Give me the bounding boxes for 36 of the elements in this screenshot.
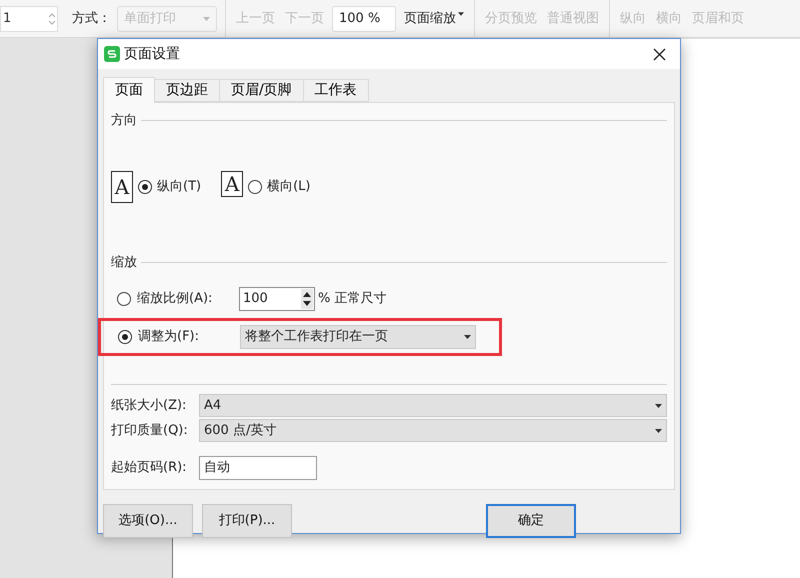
- unit-label: % 正常尺寸: [318, 290, 386, 308]
- field-label: 纸张大小(Z):: [111, 396, 188, 415]
- app-logo-icon: [104, 46, 120, 62]
- radio-label: 纵向(T): [157, 178, 202, 196]
- radio-button[interactable]: [118, 330, 132, 344]
- landscape-page-icon: A: [221, 170, 244, 196]
- tab[interactable]: 页边距: [154, 79, 220, 102]
- dialog-button[interactable]: 确定: [486, 504, 576, 538]
- radio-button[interactable]: [117, 292, 131, 306]
- zoom-dropdown[interactable]: 100 %: [332, 6, 396, 32]
- select-field[interactable]: A4: [199, 394, 667, 417]
- field-label: 起始页码(R):: [111, 459, 188, 478]
- tab[interactable]: 页面: [103, 77, 155, 103]
- section-heading: 方向: [111, 112, 137, 130]
- radio-label: 缩放比例(A):: [137, 290, 214, 308]
- radio-label: 调整为(F):: [138, 328, 200, 346]
- scale-spinner-field[interactable]: 100: [239, 287, 315, 311]
- page-number-spinner[interactable]: 1: [0, 6, 58, 32]
- radio-button[interactable]: [248, 180, 262, 194]
- section-heading: 缩放: [111, 254, 137, 272]
- radio-button[interactable]: [138, 180, 152, 194]
- toolbar-button[interactable]: 页面缩放: [402, 8, 466, 28]
- tab[interactable]: 工作表: [302, 79, 369, 102]
- mode-label: 方式：: [72, 10, 111, 28]
- select-field[interactable]: 600 点/英寸: [199, 419, 667, 442]
- dialog-button[interactable]: 选项(O)...: [103, 504, 193, 538]
- radio-label: 横向(L): [267, 178, 310, 196]
- input-field[interactable]: 自动: [199, 456, 317, 480]
- dialog-button[interactable]: 打印(P)...: [202, 504, 292, 538]
- spinner-arrows-icon[interactable]: [301, 289, 313, 309]
- dialog-title: 页面设置: [124, 44, 180, 64]
- portrait-page-icon: A: [111, 170, 133, 202]
- fit-dropdown[interactable]: 将整个工作表打印在一页: [240, 325, 476, 349]
- tab[interactable]: 页眉/页脚: [219, 79, 304, 102]
- close-icon[interactable]: [653, 48, 666, 60]
- field-label: 打印质量(Q):: [111, 422, 189, 440]
